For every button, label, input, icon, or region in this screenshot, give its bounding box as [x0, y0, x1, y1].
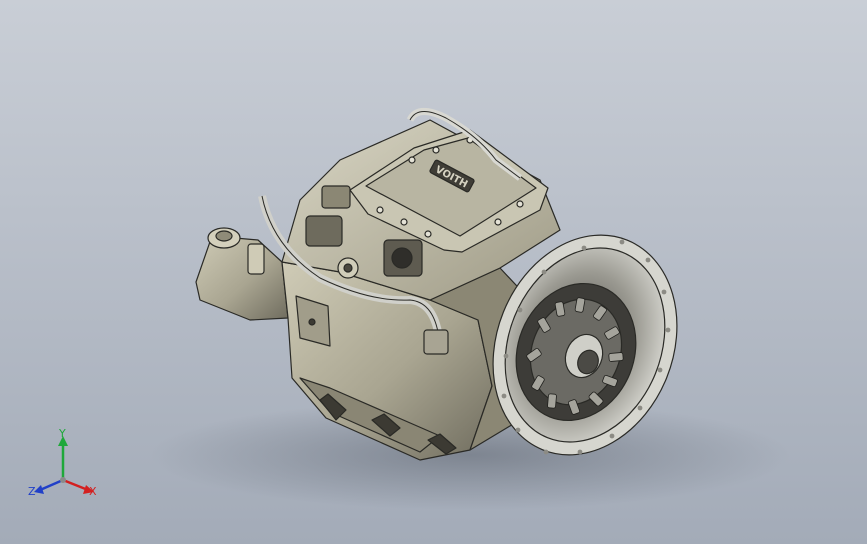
pipe-fitting[interactable]: [247, 243, 265, 275]
view-triad[interactable]: Y X Z: [22, 428, 104, 508]
y-axis-label: Y: [59, 427, 66, 440]
z-axis-line: [39, 478, 64, 492]
x-axis-line: [62, 478, 89, 492]
mounting-bracket[interactable]: [195, 235, 289, 321]
transmission-model[interactable]: VOITH: [0, 0, 867, 544]
triad-origin: [60, 477, 66, 483]
graphics-viewport[interactable]: VOITH Y X Z: [0, 0, 867, 544]
pipe-fitting[interactable]: [423, 329, 449, 355]
x-axis-label: X: [89, 485, 97, 498]
z-axis-label: Z: [28, 485, 36, 498]
filler-cap-top: [215, 230, 233, 242]
plate-hole: [308, 318, 316, 326]
